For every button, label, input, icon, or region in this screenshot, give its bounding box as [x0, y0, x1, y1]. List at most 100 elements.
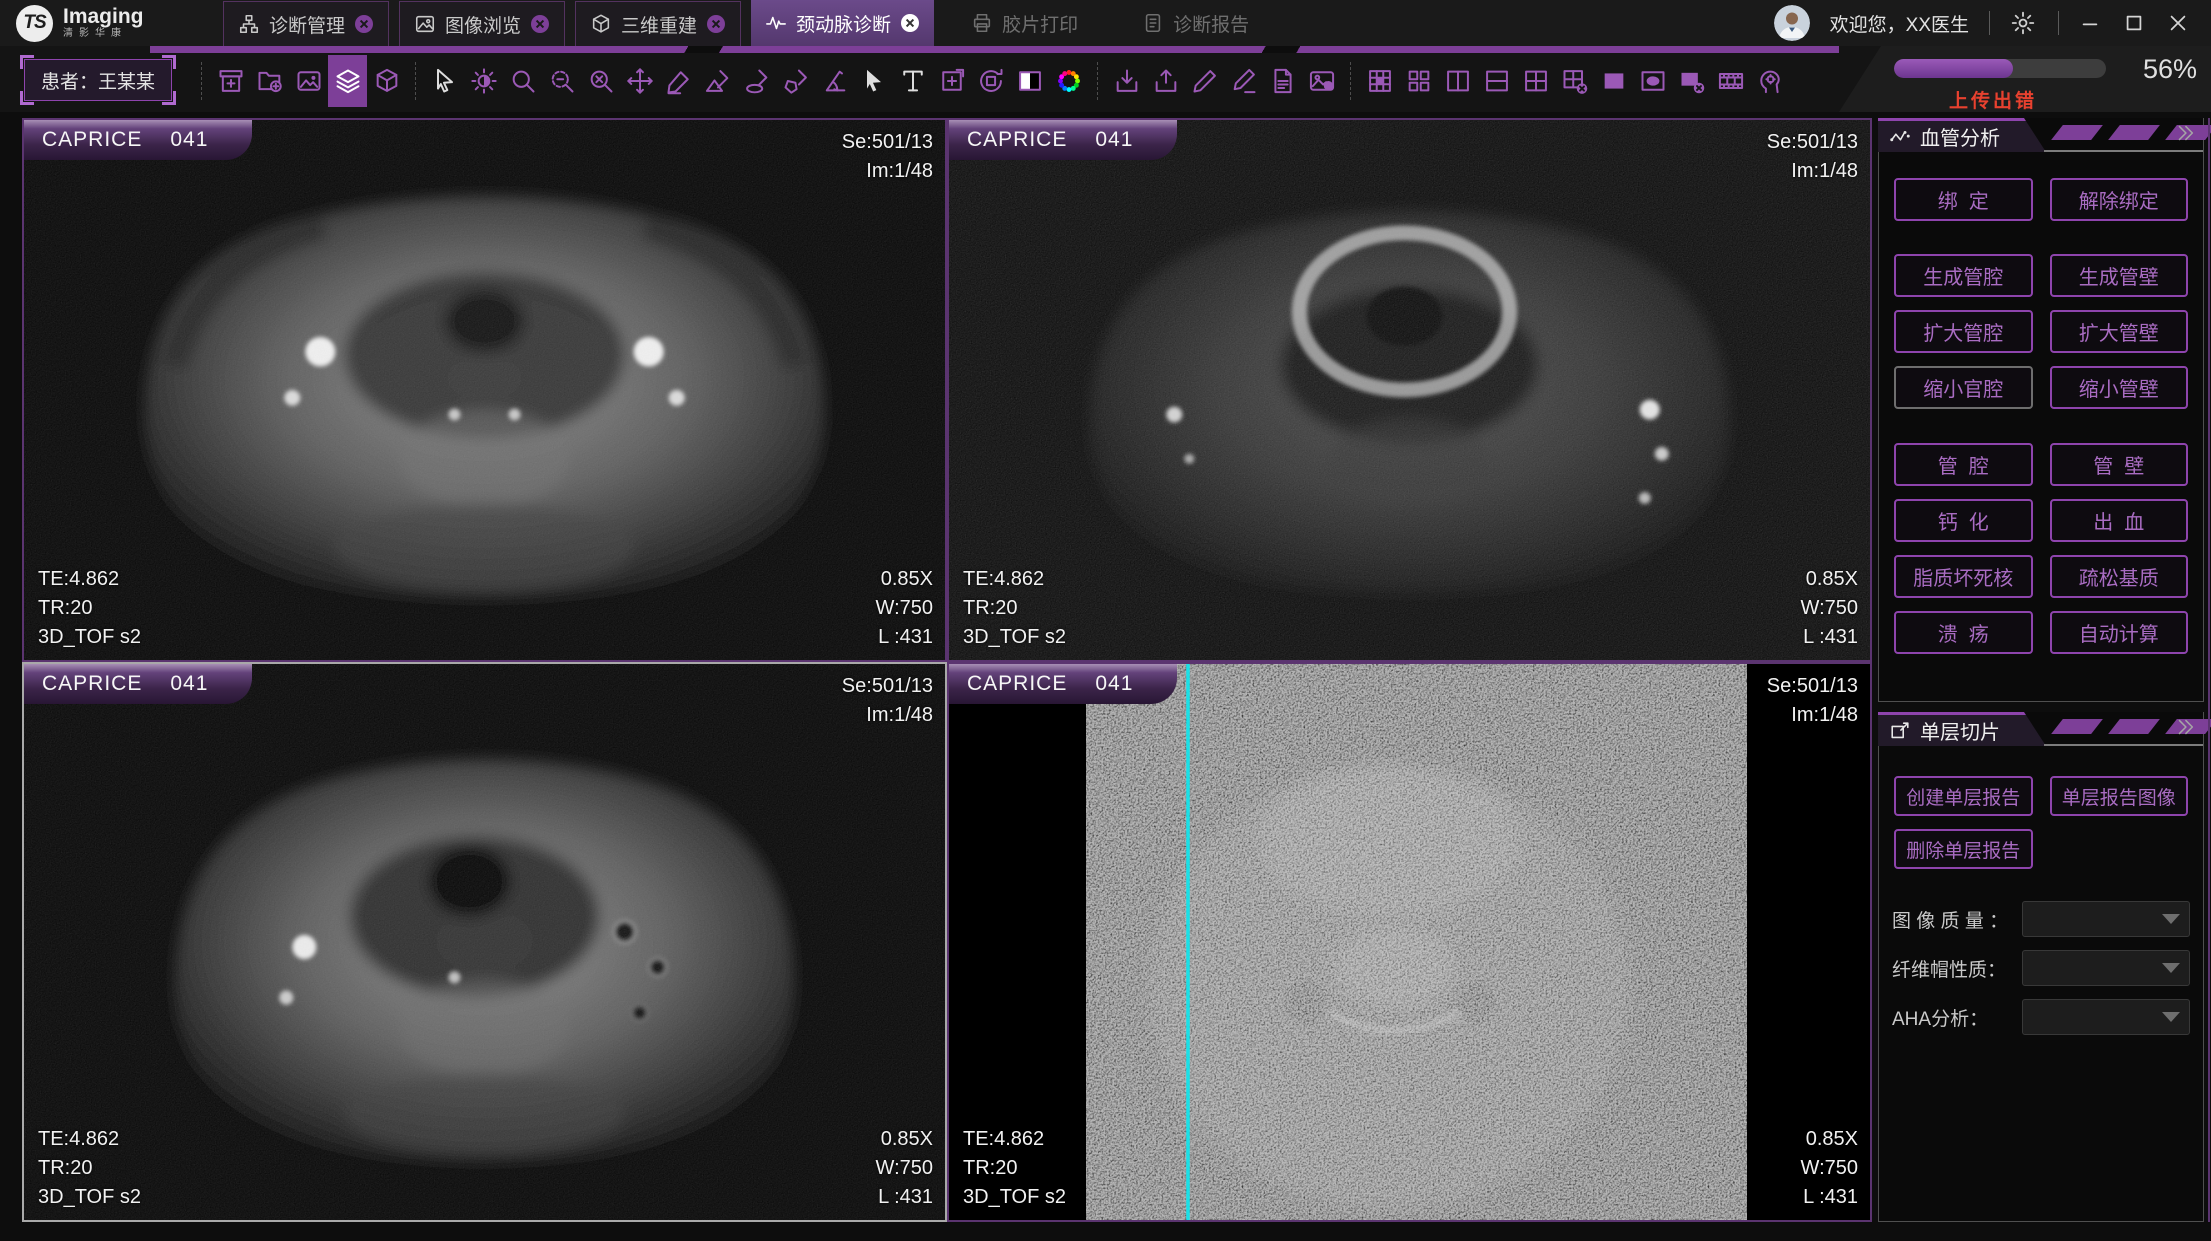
layout-columns-button[interactable] [1438, 55, 1477, 107]
viewport-top-right[interactable]: CAPRICE 041 Se:501/13Im:1/48 TE:4.862TR:… [947, 118, 1872, 662]
viewport-bottom-left[interactable]: CAPRICE 041 Se:501/13Im:1/48 TE:4.862TR:… [22, 662, 947, 1222]
loose-matrix-button[interactable]: 疏松基质 [2050, 555, 2189, 598]
enlarge-wall-button[interactable]: 扩大管壁 [2050, 310, 2189, 353]
viewport-top-left[interactable]: CAPRICE 041 Se:501/13Im:1/48 TE:4.862TR:… [22, 118, 947, 662]
lipid-necrotic-core-button[interactable]: 脂质坏死核 [1894, 555, 2033, 598]
layout-grid4-button[interactable] [1516, 55, 1555, 107]
shape-ellipse-button[interactable] [1633, 55, 1672, 107]
zoom-button[interactable] [503, 55, 542, 107]
brightness-button[interactable] [464, 55, 503, 107]
measure-ellipse-button[interactable] [737, 55, 776, 107]
crop-button[interactable] [932, 55, 971, 107]
image-quality-select[interactable] [2022, 901, 2190, 937]
maximize-button[interactable] [2123, 11, 2147, 35]
shape-remove-button[interactable] [1672, 55, 1711, 107]
measure-angle-button[interactable] [698, 55, 737, 107]
shape-rectangle-button[interactable] [1594, 55, 1633, 107]
tab-close-icon[interactable] [706, 14, 726, 34]
viewport-bottom-right[interactable]: CAPRICE 041 Se:501/13Im:1/48 TE:4.862TR:… [947, 662, 1872, 1222]
tab-image-browse[interactable]: 图像浏览 [399, 1, 565, 46]
bind-button[interactable]: 绑 定 [1894, 178, 2033, 221]
invert-button[interactable] [1010, 55, 1049, 107]
rotate-button[interactable] [971, 55, 1010, 107]
tab-3d-reconstruction[interactable]: 三维重建 [575, 1, 741, 46]
tab-close-icon[interactable] [900, 13, 920, 33]
hemorrhage-button[interactable]: 出 血 [2050, 499, 2189, 542]
tab-close-icon[interactable] [530, 14, 550, 34]
delete-slice-report-button[interactable]: 删除单层报告 [1894, 829, 2033, 869]
aha-analysis-select[interactable] [2022, 999, 2190, 1035]
panel-collapse-button[interactable] [2174, 121, 2198, 145]
layout-remove-button[interactable] [1555, 55, 1594, 107]
zoom-2x-button[interactable] [581, 55, 620, 107]
device-number: 041 [1095, 672, 1133, 696]
cursor-button[interactable] [425, 55, 464, 107]
layers-button[interactable] [328, 55, 367, 107]
download-button[interactable] [1107, 55, 1146, 107]
cube-icon [590, 13, 612, 35]
enlarge-lumen-button[interactable]: 扩大管腔 [1894, 310, 2033, 353]
create-slice-report-button[interactable]: 创建单层报告 [1894, 776, 2033, 816]
image-export-button[interactable] [1302, 55, 1341, 107]
cube-3d-button[interactable] [367, 55, 406, 107]
tab-label: 三维重建 [621, 11, 697, 38]
tab-diagnosis-management[interactable]: 诊断管理 [223, 1, 389, 46]
generate-wall-button[interactable]: 生成管壁 [2050, 254, 2189, 297]
slice-report-image-button[interactable]: 单层报告图像 [2050, 776, 2189, 816]
archive-add-button[interactable] [211, 55, 250, 107]
report-add-button[interactable] [1263, 55, 1302, 107]
pan-button[interactable] [620, 55, 659, 107]
tool-strip [192, 55, 1789, 107]
filmstrip-button[interactable] [1711, 55, 1750, 107]
text-annotation-button[interactable] [893, 55, 932, 107]
pointer-button[interactable] [854, 55, 893, 107]
archive-add-icon [217, 67, 245, 95]
download-icon [1113, 67, 1141, 95]
device-name: CAPRICE [42, 128, 142, 152]
panel-header-line [2044, 744, 2203, 746]
calcification-button[interactable]: 钙 化 [1894, 499, 2033, 542]
upload-button[interactable] [1146, 55, 1185, 107]
tab-film-print[interactable]: 胶片打印 [957, 0, 1092, 46]
tab-diagnosis-report[interactable]: 诊断报告 [1128, 0, 1263, 46]
layout-rows-button[interactable] [1477, 55, 1516, 107]
protractor-button[interactable] [815, 55, 854, 107]
close-button[interactable] [2167, 11, 2191, 35]
pen-icon [1191, 67, 1219, 95]
pen-button[interactable] [1185, 55, 1224, 107]
layout-grid9-button[interactable] [1360, 55, 1399, 107]
generate-lumen-button[interactable]: 生成管腔 [1894, 254, 2033, 297]
settings-button[interactable] [2010, 9, 2038, 37]
divider [2058, 11, 2059, 35]
tab-carotid-diagnosis[interactable]: 颈动脉诊断 [751, 0, 934, 46]
folder-add-button[interactable] [250, 55, 289, 107]
tab-close-icon[interactable] [354, 14, 374, 34]
shrink-wall-button[interactable]: 缩小管壁 [2050, 366, 2189, 409]
wall-button[interactable]: 管 壁 [2050, 443, 2189, 486]
text-icon [899, 67, 927, 95]
ulcer-button[interactable]: 溃 疡 [1894, 611, 2033, 654]
slice-icon [1889, 720, 1911, 742]
fibrous-cap-select[interactable] [2022, 950, 2190, 986]
main-tabs: 诊断管理 图像浏览 三维重建 颈动脉诊断 胶片打印 [218, 0, 1281, 46]
zoom-region-button[interactable] [542, 55, 581, 107]
color-wheel-button[interactable] [1049, 55, 1088, 107]
measure-polygon-icon [782, 67, 810, 95]
gallery-button[interactable] [289, 55, 328, 107]
unbind-button[interactable]: 解除绑定 [2050, 178, 2189, 221]
shrink-lumen-button[interactable]: 缩小官腔 [1894, 366, 2033, 409]
patient-field[interactable]: 患者：王某某 [24, 59, 172, 101]
measure-line-button[interactable] [659, 55, 698, 107]
series-overlay: Se:501/13Im:1/48 [842, 672, 933, 730]
pen-line-button[interactable] [1224, 55, 1263, 107]
ai-analysis-button[interactable] [1750, 55, 1789, 107]
panel-collapse-button[interactable] [2174, 715, 2198, 739]
window-overlay: 0.85XW:750L :431 [876, 1125, 933, 1212]
reference-line[interactable] [1186, 664, 1190, 1220]
layout-grid4-small-button[interactable] [1399, 55, 1438, 107]
minimize-button[interactable] [2079, 11, 2103, 35]
auto-calculate-button[interactable]: 自动计算 [2050, 611, 2189, 654]
user-avatar[interactable] [1774, 5, 1810, 41]
lumen-button[interactable]: 管 腔 [1894, 443, 2033, 486]
measure-polygon-button[interactable] [776, 55, 815, 107]
